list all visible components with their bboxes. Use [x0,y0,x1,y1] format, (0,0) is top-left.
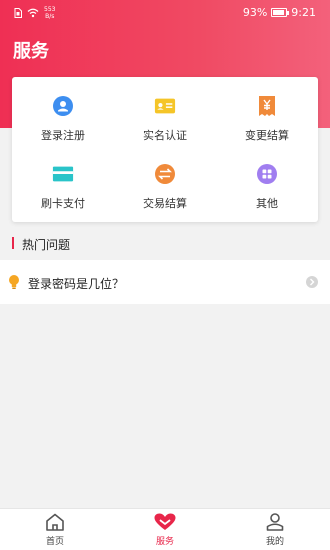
service-label: 交易结算 [143,197,187,210]
section-accent-bar [12,237,14,249]
services-card: 登录注册 实名认证 变更结算 刷卡支付 交易结算 其他 [12,77,318,222]
service-label: 刷卡支付 [41,197,85,210]
nav-label: 首页 [45,537,64,547]
section-title: 热门问题 [22,238,71,252]
battery-percent: 93% [242,6,268,19]
network-speed: 553 B/s [44,6,55,20]
nav-home[interactable]: 首页 [25,513,85,547]
clock-time: 9:21 [291,6,316,19]
speed-value: 553 [44,6,56,13]
service-label: 变更结算 [245,129,289,142]
nav-label: 我的 [265,537,284,547]
yuan-receipt-icon [256,95,278,117]
status-bar: 553 B/s 93% 9:21 [0,0,330,26]
battery-fill [273,10,285,15]
nav-label: 服务 [155,537,174,547]
sim-icon [14,8,22,18]
nav-mine[interactable]: 我的 [245,513,305,547]
page-title: 服务 [13,41,49,62]
person-icon [266,513,284,531]
heart-icon [154,513,176,530]
grid-more-icon [256,163,278,185]
speed-unit: B/s [45,13,55,20]
home-icon [46,513,64,531]
faq-question: 登录密码是几位？ [28,277,125,291]
chevron-right-icon [306,276,318,288]
service-login-register[interactable]: 登录注册 [12,89,114,151]
hot-questions-header: 热门问题 [0,228,330,258]
service-transaction-settlement[interactable]: 交易结算 [114,157,216,219]
bottom-navigation: 首页 服务 我的 [0,508,330,550]
service-label: 登录注册 [41,129,85,142]
service-change-settlement[interactable]: 变更结算 [216,89,318,151]
battery-icon [271,8,290,17]
id-card-icon [154,95,176,117]
wifi-icon [27,8,39,18]
service-card-payment[interactable]: 刷卡支付 [12,157,114,219]
user-badge-icon [52,95,74,117]
service-real-name-auth[interactable]: 实名认证 [114,89,216,151]
bank-card-icon [52,163,74,185]
service-label: 实名认证 [143,129,187,142]
lightbulb-icon [8,274,20,294]
faq-item[interactable]: 登录密码是几位？ [0,260,330,304]
service-label: 其他 [256,197,278,210]
exchange-icon [154,163,176,185]
nav-services[interactable]: 服务 [135,513,195,547]
service-other[interactable]: 其他 [216,157,318,219]
